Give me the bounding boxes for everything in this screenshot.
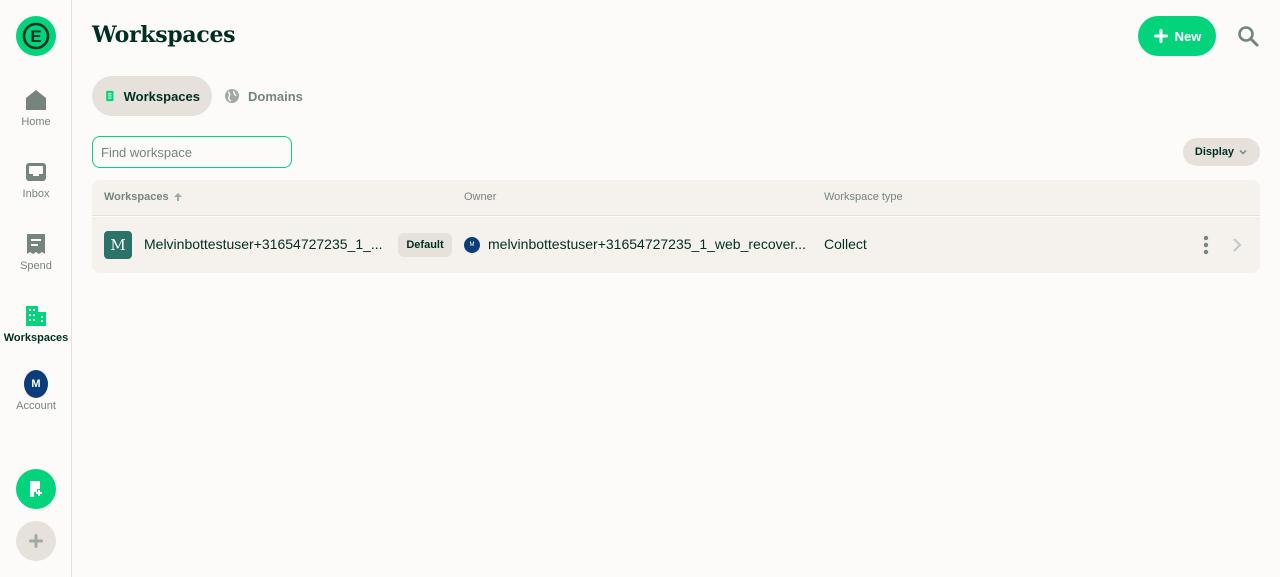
nav-inbox[interactable]: Inbox [0,150,72,210]
logo-icon: E [22,22,50,50]
receipt-icon [24,232,48,256]
table-header: Workspaces Owner Workspace type [92,180,1260,216]
sort-up-icon [173,193,182,201]
new-expense-icon [30,481,42,497]
sidebar: E Home Inbox Spend Workspaces M Account [0,0,72,577]
tab-domains[interactable]: Domains [212,76,315,116]
display-button[interactable]: Display [1183,138,1260,166]
workspace-avatar: M [104,231,132,259]
tab-domains-label: Domains [248,88,303,104]
column-header-owner[interactable]: Owner [464,191,496,203]
nav-account[interactable]: M Account [0,362,72,422]
nav-inbox-label: Inbox [22,188,50,200]
new-expense-button[interactable] [16,469,56,509]
nav-home[interactable]: Home [0,78,72,138]
new-button[interactable]: New [1138,16,1216,56]
chevron-down-icon [1239,150,1247,155]
plus-icon [29,534,43,548]
nav-spend[interactable]: Spend [0,222,72,282]
workspace-type: Collect [824,236,867,252]
owner-name: melvinbottestuser+31654727235_1_web_reco… [488,236,806,252]
plus-icon [1153,29,1168,43]
new-button-label: New [1174,28,1202,44]
search-icon [1238,26,1259,47]
column-header-workspaces[interactable]: Workspaces [104,191,183,203]
more-options-button[interactable] [1196,234,1216,256]
page-title: Workspaces [92,22,236,48]
nav-workspaces-label: Workspaces [3,332,69,344]
nav-spend-label: Spend [20,260,52,272]
column-header-workspace-type-label: Workspace type [824,191,903,203]
inbox-icon [24,160,48,184]
nav-workspaces[interactable]: Workspaces [0,294,72,354]
nav-account-label: Account [16,400,56,412]
find-workspace-input[interactable] [92,136,292,168]
display-button-label: Display [1194,146,1235,158]
workspace-name: Melvinbottestuser+31654727235_1_... [144,236,383,252]
globe-icon [225,89,239,103]
default-badge: Default [398,233,452,257]
owner-avatar: M [464,237,480,253]
column-header-workspace-type[interactable]: Workspace type [824,191,903,203]
building-icon [106,90,114,102]
add-button[interactable] [16,521,56,561]
account-avatar: M [24,370,48,398]
table-row[interactable]: M Melvinbottestuser+31654727235_1_... De… [92,217,1260,273]
account-avatar-wrap: M [24,370,48,398]
tab-workspaces-label: Workspaces [123,88,200,104]
nav-home-label: Home [21,116,51,128]
column-header-workspaces-label: Workspaces [104,191,169,203]
building-icon [24,304,48,328]
home-icon [24,88,48,112]
search-button[interactable] [1236,24,1260,48]
tab-workspaces[interactable]: Workspaces [92,76,212,116]
chevron-right-icon [1228,236,1246,254]
column-header-owner-label: Owner [464,191,497,203]
expensify-logo[interactable]: E [16,16,56,56]
svg-text:E: E [30,27,41,46]
kebab-menu-icon [1203,235,1209,255]
